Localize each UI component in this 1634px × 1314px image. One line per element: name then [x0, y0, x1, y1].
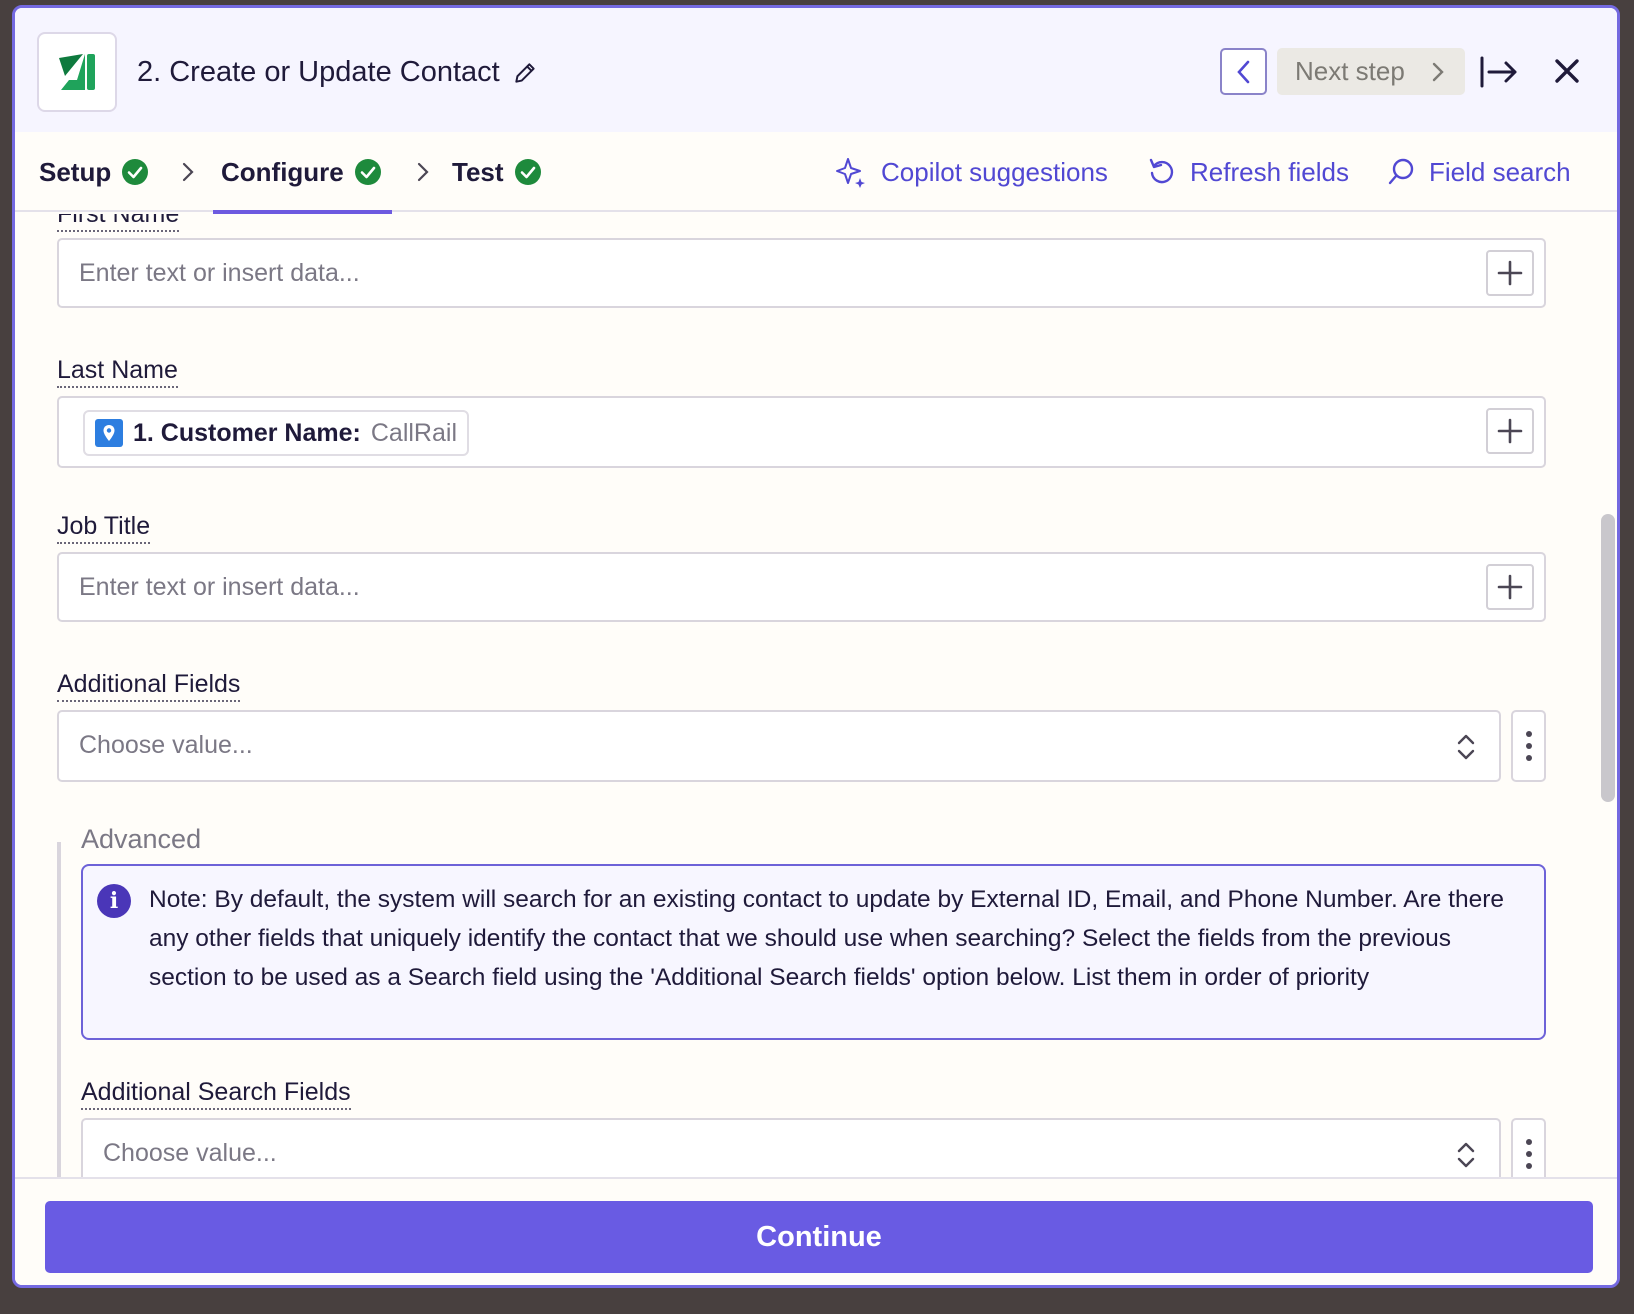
last-name-label: Last Name	[57, 356, 178, 388]
chevron-right-icon	[182, 162, 194, 182]
advanced-section-title: Advanced	[81, 824, 202, 854]
insert-data-button[interactable]	[1486, 564, 1534, 610]
kebab-dot	[1525, 731, 1532, 737]
callrail-icon	[95, 419, 123, 447]
plus-icon	[1497, 260, 1523, 286]
more-options-button[interactable]	[1511, 1118, 1546, 1177]
additional-search-fields-select[interactable]: Choose value...	[81, 1118, 1501, 1177]
additional-search-fields-placeholder: Choose value...	[103, 1139, 277, 1167]
data-pill[interactable]: 1. Customer Name: CallRail	[83, 410, 469, 456]
sparkle-icon	[836, 158, 865, 188]
step-title-text: 2. Create or Update Contact	[137, 56, 500, 88]
check-circle-icon	[514, 159, 541, 185]
job-title-input[interactable]: Enter text or insert data...	[57, 552, 1546, 622]
continue-button[interactable]: Continue	[45, 1201, 1593, 1273]
chevron-left-icon	[1236, 60, 1249, 83]
first-name-input[interactable]: Enter text or insert data...	[57, 238, 1546, 308]
plus-icon	[1497, 418, 1523, 444]
configure-form: First Name Enter text or insert data... …	[15, 214, 1617, 1177]
pencil-icon[interactable]	[512, 60, 538, 86]
close-icon[interactable]	[1552, 56, 1582, 86]
dock-panel-icon[interactable]	[1479, 54, 1519, 90]
app-logo	[37, 32, 117, 112]
tab-configure[interactable]: Configure	[213, 132, 392, 214]
scrollbar[interactable]	[1597, 214, 1615, 1177]
pill-step-label: 1. Customer Name:	[133, 418, 361, 447]
chevron-right-icon	[417, 162, 429, 182]
scrollbar-thumb[interactable]	[1601, 514, 1615, 802]
tab-configure-label: Configure	[221, 156, 344, 187]
field-search-label: Field search	[1429, 156, 1571, 187]
field-search-button[interactable]: Field search	[1387, 132, 1571, 212]
last-name-input[interactable]: 1. Customer Name: CallRail	[57, 396, 1546, 468]
additional-fields-select[interactable]: Choose value...	[57, 710, 1501, 782]
additional-search-fields-label: Additional Search Fields	[81, 1078, 351, 1110]
previous-step-button[interactable]	[1220, 48, 1267, 95]
panel-footer: Continue	[15, 1177, 1617, 1285]
first-name-placeholder: Enter text or insert data...	[79, 259, 360, 287]
tab-setup[interactable]: Setup	[39, 132, 149, 212]
job-title-label: Job Title	[57, 512, 151, 544]
next-step-label: Next step	[1295, 56, 1405, 86]
panel-header: 2. Create or Update Contact Next step	[15, 8, 1617, 132]
kebab-dot	[1525, 1139, 1532, 1145]
job-title-placeholder: Enter text or insert data...	[79, 573, 360, 601]
info-note-text: Note: By default, the system will search…	[149, 886, 1505, 991]
app-logo-icon	[59, 54, 95, 90]
check-circle-icon	[122, 159, 149, 185]
additional-fields-placeholder: Choose value...	[79, 731, 253, 759]
tab-setup-label: Setup	[39, 156, 112, 187]
check-circle-icon	[354, 159, 381, 185]
info-note: i Note: By default, the system will sear…	[81, 864, 1546, 1040]
copilot-suggestions-button[interactable]: Copilot suggestions	[835, 132, 1108, 212]
step-title[interactable]: 2. Create or Update Contact	[137, 56, 538, 89]
tab-test-label: Test	[452, 156, 504, 187]
plus-icon	[1497, 574, 1523, 600]
kebab-dot	[1525, 1163, 1532, 1169]
kebab-dot	[1525, 755, 1532, 761]
insert-data-button[interactable]	[1486, 250, 1534, 296]
step-editor-panel: 2. Create or Update Contact Next step Se…	[12, 5, 1620, 1288]
refresh-fields-label: Refresh fields	[1190, 156, 1349, 187]
advanced-section-bar	[57, 842, 61, 1177]
step-tabs: Setup Configure Test Copilot suggestions…	[15, 132, 1617, 214]
next-step-button[interactable]: Next step	[1277, 48, 1465, 95]
kebab-dot	[1525, 1151, 1532, 1157]
insert-data-button[interactable]	[1486, 408, 1534, 454]
chevron-up-down-icon	[1457, 734, 1475, 760]
chevron-right-icon	[1432, 62, 1444, 81]
chevron-up-down-icon	[1457, 1142, 1475, 1168]
more-options-button[interactable]	[1511, 710, 1546, 782]
refresh-icon	[1149, 158, 1174, 184]
kebab-dot	[1525, 743, 1532, 749]
first-name-label: First Name	[57, 214, 180, 232]
additional-fields-label: Additional Fields	[57, 670, 241, 702]
search-icon	[1388, 158, 1414, 185]
info-icon: i	[97, 884, 131, 918]
tab-test[interactable]: Test	[452, 132, 542, 212]
copilot-suggestions-label: Copilot suggestions	[881, 156, 1108, 187]
pill-value: CallRail	[370, 418, 457, 447]
refresh-fields-button[interactable]: Refresh fields	[1148, 132, 1349, 212]
